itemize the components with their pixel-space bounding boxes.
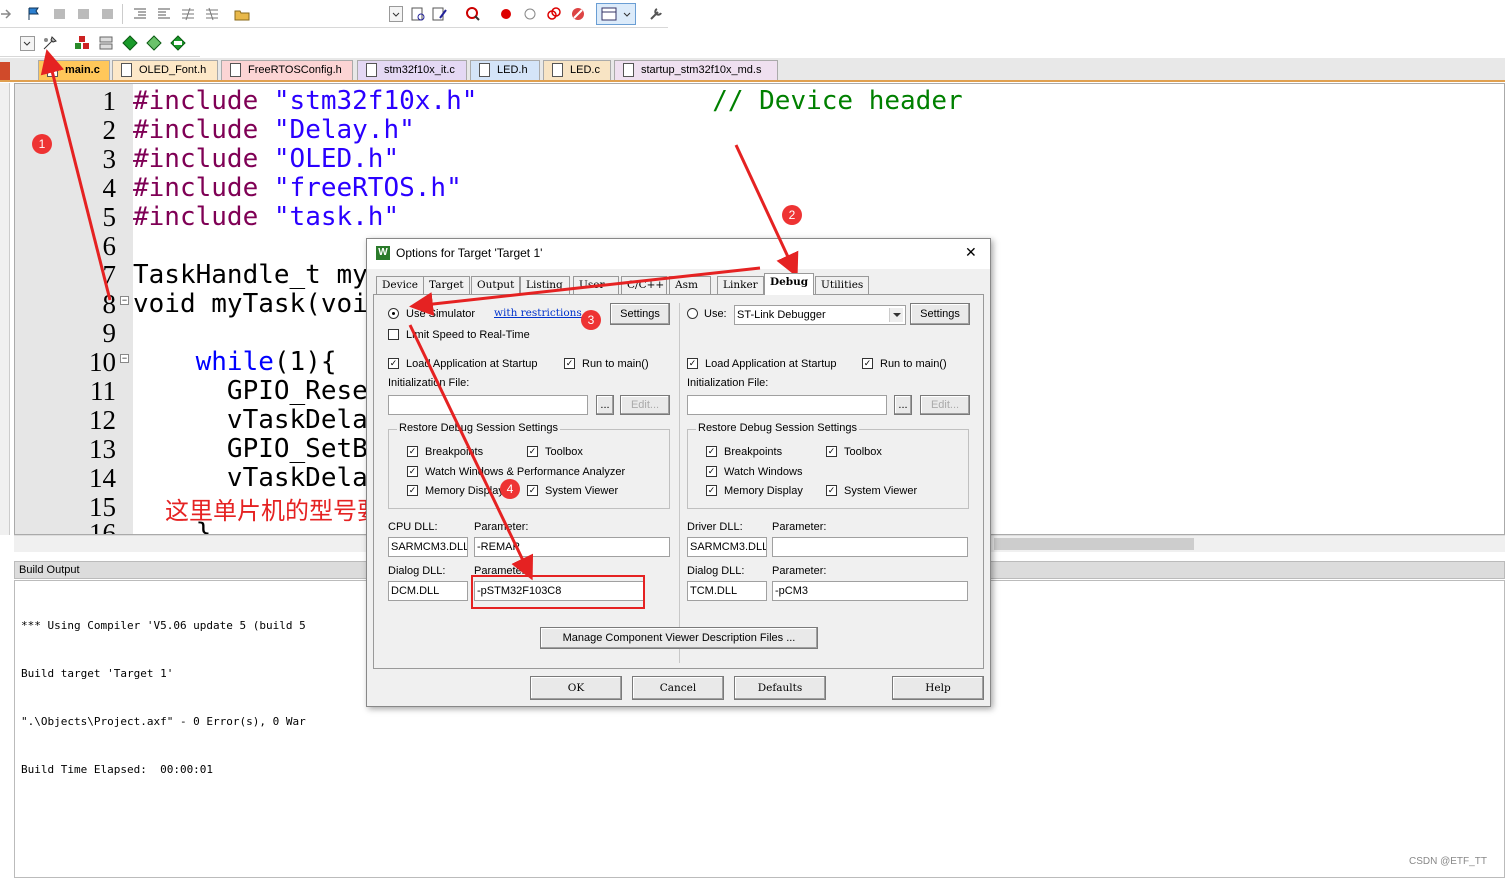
badge-1: 1 xyxy=(32,134,52,154)
arrow-1 xyxy=(40,49,112,301)
tab-debug[interactable]: Debug xyxy=(764,273,815,295)
badge-2: 2 xyxy=(782,205,802,225)
arrow-3 xyxy=(409,266,761,316)
annotation-arrows xyxy=(40,49,799,581)
badge-3: 3 xyxy=(581,310,601,330)
badge-4: 4 xyxy=(500,479,520,499)
arrow-4 xyxy=(408,324,534,581)
